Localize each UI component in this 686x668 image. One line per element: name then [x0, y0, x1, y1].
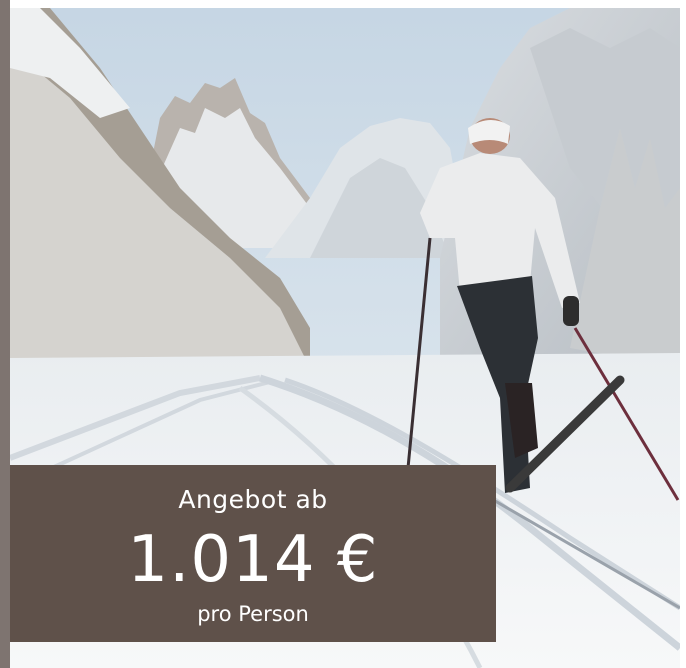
left-edge-bar [0, 0, 10, 668]
offer-per-person: pro Person [197, 602, 309, 626]
offer-box: Angebot ab 1.014 € pro Person [10, 465, 496, 642]
offer-price: 1.014 € [127, 523, 379, 597]
offer-label: Angebot ab [178, 485, 328, 514]
right-edge [680, 0, 686, 668]
